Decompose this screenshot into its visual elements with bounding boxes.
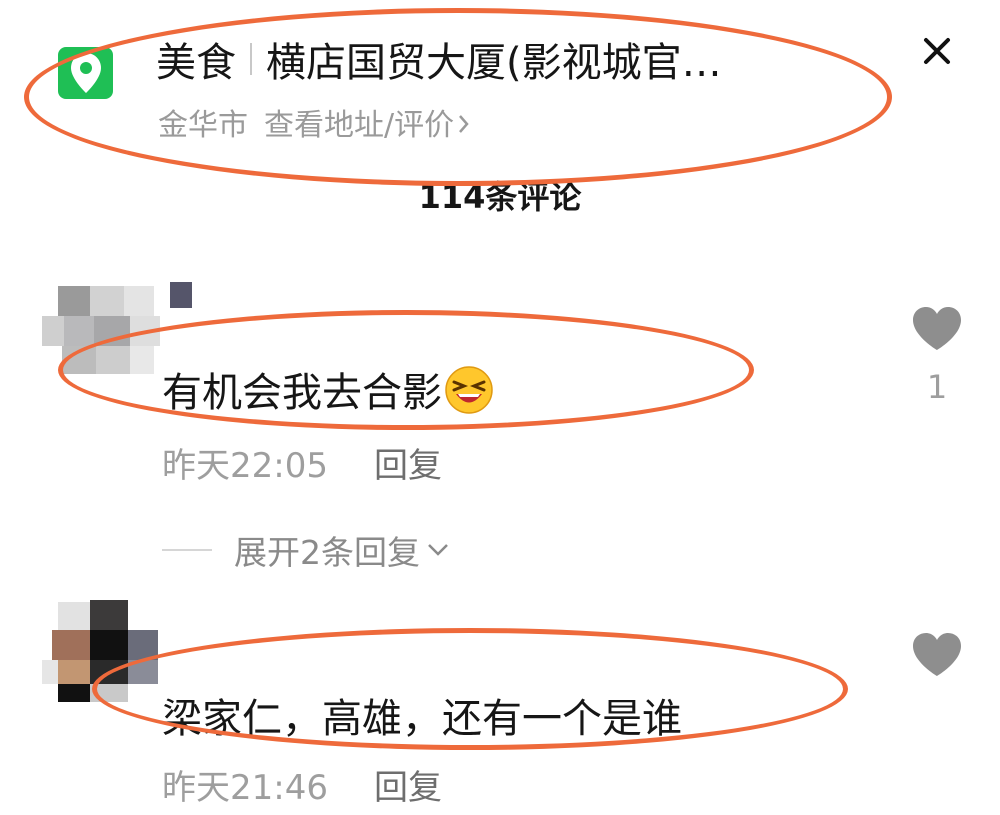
comment-time: 昨天22:05 <box>162 446 328 486</box>
divider-line <box>162 549 212 551</box>
close-icon[interactable] <box>914 28 960 74</box>
chevron-right-icon <box>458 109 470 142</box>
comment-text-content: 有机会我去合影 <box>162 370 442 416</box>
location-subtitle: 金华市 查看地址/评价 <box>158 100 470 144</box>
comment-text: 梁家仁，高雄，还有一个是谁 <box>162 696 682 742</box>
chevron-down-icon <box>426 542 450 558</box>
reply-button[interactable]: 回复 <box>374 768 442 808</box>
like-count: 1 <box>926 368 948 406</box>
expand-replies-label: 展开2条回复 <box>234 533 420 572</box>
heart-icon[interactable] <box>911 306 963 356</box>
title-divider <box>250 43 252 75</box>
location-city: 金华市 <box>158 108 248 143</box>
comment-time: 昨天21:46 <box>162 768 328 808</box>
comment-meta: 昨天21:46 回复 <box>162 760 442 809</box>
heart-icon[interactable] <box>911 632 963 682</box>
comment-text: 有机会我去合影 <box>162 360 494 425</box>
location-name: 横店国贸大厦(影视城官… <box>266 40 722 86</box>
view-address-link[interactable]: 查看地址/评价 <box>264 108 454 143</box>
laughing-emoji-icon <box>444 365 494 425</box>
location-category: 美食 <box>156 40 236 86</box>
expand-replies-button[interactable]: 展开2条回复 <box>162 526 450 574</box>
comment-meta: 昨天22:05 回复 <box>162 438 442 487</box>
comments-count: 114条评论 <box>418 178 582 216</box>
reply-button[interactable]: 回复 <box>374 446 442 486</box>
location-title[interactable]: 美食 横店国贸大厦(影视城官… <box>156 30 722 88</box>
location-pin-icon <box>58 47 113 99</box>
